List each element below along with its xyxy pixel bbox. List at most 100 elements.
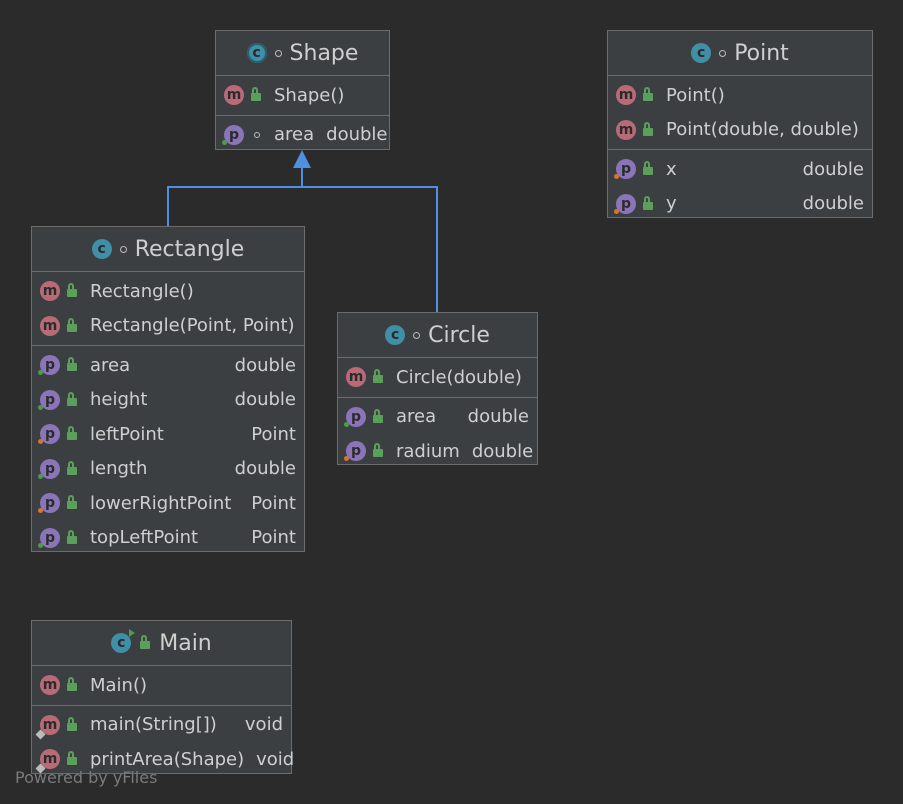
field-row[interactable]: p height double — [32, 383, 304, 418]
property-icon: p — [38, 424, 60, 445]
methods-section: m Shape() — [216, 76, 389, 116]
methods-section: m Circle(double) — [338, 358, 537, 398]
field-row[interactable]: p radium double — [338, 434, 537, 469]
public-lock-icon — [139, 635, 151, 651]
field-type: double — [802, 193, 864, 215]
method-row[interactable]: m Circle(double) — [338, 360, 537, 395]
field-type: Point — [251, 492, 296, 514]
property-icon: p — [222, 124, 244, 145]
field-type: double — [467, 406, 529, 428]
public-lock-icon — [66, 716, 78, 733]
field-row[interactable]: p area double — [338, 400, 537, 435]
class-name: Rectangle — [134, 236, 245, 262]
runnable-class-icon: c — [111, 629, 136, 653]
class-icon: c — [691, 43, 712, 63]
property-icon: p — [344, 406, 366, 427]
method-name: Rectangle(Point, Point) — [90, 315, 295, 337]
field-type: double — [234, 389, 296, 411]
method-name: printArea(Shape) — [90, 748, 245, 770]
public-lock-icon — [66, 495, 78, 511]
property-icon: p — [344, 441, 366, 462]
field-name: x — [666, 158, 677, 180]
field-name: area — [274, 124, 315, 146]
field-row[interactable]: p x double — [608, 152, 872, 187]
public-lock-icon — [642, 121, 654, 138]
method-row[interactable]: m Main() — [32, 668, 291, 703]
public-lock-icon — [66, 751, 78, 767]
field-type: double — [471, 440, 534, 462]
edge-rectangle-to-shape — [167, 166, 303, 226]
method-icon: m — [224, 85, 244, 106]
public-lock-icon — [642, 195, 654, 212]
fields-section: p x double p y double — [608, 150, 872, 223]
method-icon: m — [616, 85, 636, 106]
class-header-rectangle: c Rectangle — [32, 227, 304, 272]
field-row[interactable]: p topLeftPoint Point — [32, 521, 304, 556]
class-node-rectangle[interactable]: c Rectangle m Rectangle() m Rectangle(Po… — [31, 226, 305, 552]
method-row[interactable]: m main(String[]) void — [32, 708, 291, 743]
field-row[interactable]: p lowerRightPoint Point — [32, 486, 304, 521]
fields-section: p area double p radium double — [338, 398, 537, 471]
method-name: Shape() — [274, 84, 345, 106]
field-name: leftPoint — [90, 423, 164, 445]
package-visibility-icon — [254, 131, 260, 138]
property-icon: p — [614, 159, 636, 180]
field-type: Point — [251, 423, 296, 445]
public-lock-icon — [250, 87, 262, 103]
field-name: length — [90, 458, 148, 480]
field-name: height — [90, 389, 148, 411]
package-visibility-icon — [413, 331, 421, 339]
field-row[interactable]: p y double — [608, 187, 872, 222]
class-node-shape[interactable]: c Shape m Shape() p area double — [215, 30, 390, 150]
field-name: y — [666, 193, 677, 215]
public-lock-icon — [66, 283, 78, 299]
public-lock-icon — [66, 426, 78, 442]
property-icon: p — [38, 493, 60, 514]
public-lock-icon — [66, 529, 78, 546]
method-row[interactable]: m Rectangle() — [32, 274, 304, 309]
field-row[interactable]: p area double — [216, 118, 389, 153]
property-icon: p — [38, 527, 60, 548]
public-lock-icon — [642, 87, 654, 103]
method-row[interactable]: m Rectangle(Point, Point) — [32, 309, 304, 344]
public-lock-icon — [372, 443, 384, 459]
field-row[interactable]: p leftPoint Point — [32, 417, 304, 452]
method-return-type: void — [256, 748, 295, 770]
method-icon: m — [40, 315, 60, 336]
fields-section: p area double p height double p leftPoin… — [32, 346, 304, 557]
public-lock-icon — [642, 161, 654, 177]
class-header-main: c Main — [32, 621, 291, 666]
package-visibility-icon — [119, 245, 127, 253]
edge-circle-to-shape — [302, 186, 438, 312]
class-node-main[interactable]: c Main m Main() m main(String[]) void m … — [31, 620, 295, 774]
method-row[interactable]: m Shape() — [216, 78, 389, 113]
methods-section: m Rectangle() m Rectangle(Point, Point) — [32, 272, 304, 346]
field-name: lowerRightPoint — [90, 492, 232, 514]
package-visibility-icon — [274, 49, 282, 57]
class-header-shape: c Shape — [216, 31, 389, 76]
static-method-icon: m — [35, 714, 60, 740]
property-icon: p — [38, 389, 60, 410]
class-node-point[interactable]: c Point m Point() m Point(double, double… — [607, 30, 873, 218]
public-lock-icon — [66, 391, 78, 408]
public-lock-icon — [372, 408, 384, 425]
method-icon: m — [616, 119, 636, 140]
class-icon: c — [91, 239, 112, 259]
class-node-circle[interactable]: c Circle m Circle(double) p area double … — [337, 312, 538, 465]
public-lock-icon — [66, 677, 78, 693]
field-type: double — [802, 158, 864, 180]
field-type: Point — [251, 527, 296, 549]
method-row[interactable]: m Point(double, double) — [608, 113, 872, 148]
field-row[interactable]: p area double — [32, 348, 304, 383]
method-row[interactable]: m Point() — [608, 78, 872, 113]
abstract-class-icon: c — [246, 43, 267, 63]
method-name: Main() — [90, 674, 148, 696]
field-name: area — [396, 406, 437, 428]
method-icon: m — [40, 281, 60, 302]
field-type: double — [234, 354, 296, 376]
field-row[interactable]: p length double — [32, 452, 304, 487]
method-name: Rectangle() — [90, 280, 194, 302]
class-name: Main — [159, 630, 212, 656]
method-return-type: void — [244, 714, 283, 736]
method-name: Point() — [666, 84, 725, 106]
